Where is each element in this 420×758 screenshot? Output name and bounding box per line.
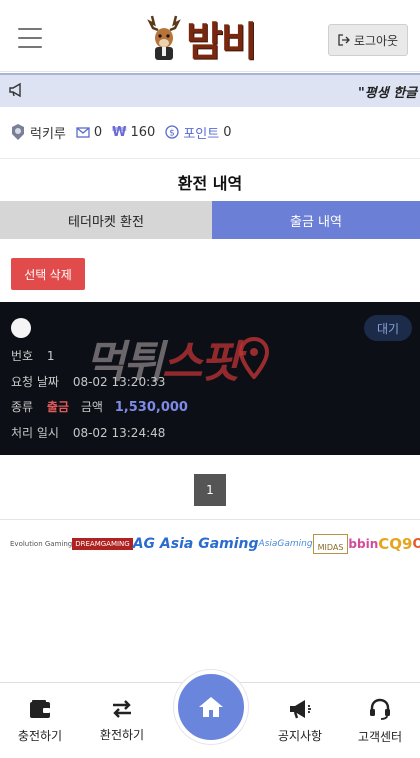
points: $ 포인트 0	[165, 123, 232, 142]
record-card: 먹튀 스팟 대기 번호 1 요청 날짜 08-02 13:20:33 종류 출금…	[0, 302, 420, 455]
logo-text: 밤비	[186, 19, 258, 65]
user-name-label: 럭키루	[30, 126, 66, 142]
points-value: 0	[223, 124, 232, 140]
page-title: 환전 내역	[177, 174, 243, 193]
select-radio[interactable]	[11, 318, 31, 338]
delete-selected-button[interactable]: 선택 삭제	[11, 258, 85, 290]
nav-exchange[interactable]: 환전하기	[82, 683, 162, 758]
partner-dreamgaming-logo: DREAMGAMING	[72, 538, 133, 550]
partner-midas-logo: MIDAS	[312, 534, 349, 554]
tabs: 테더마켓 환전 출금 내역	[0, 201, 420, 239]
logout-label: 로그아웃	[353, 33, 399, 48]
message-count[interactable]: 0	[76, 125, 102, 140]
location-pin-icon	[238, 337, 269, 379]
watermark-text-b: 스팟	[161, 337, 241, 388]
partner-evolution-logo: Evolution Gaming	[10, 539, 73, 548]
coin-icon: $	[165, 125, 179, 139]
nav-notice-label: 공지사항	[277, 728, 323, 743]
exchange-arrows-icon	[113, 699, 131, 718]
megaphone-icon	[9, 82, 21, 98]
menu-icon[interactable]	[18, 28, 42, 48]
row-processed-date: 처리 일시 08-02 13:24:48	[11, 424, 165, 441]
points-label: 포인트	[183, 126, 220, 142]
page-button-current[interactable]: 1	[194, 474, 226, 506]
number-value: 1	[46, 349, 55, 363]
message-count-value: 0	[93, 124, 103, 140]
divider	[0, 158, 420, 159]
notice-text: "평생 한글 도메인	[358, 86, 420, 101]
nav-exchange-label: 환전하기	[99, 727, 145, 742]
megaphone-icon	[290, 699, 311, 718]
tab-tether-exchange[interactable]: 테더마켓 환전	[0, 201, 212, 239]
type-value: 출금	[46, 400, 70, 414]
svg-text:$: $	[169, 129, 175, 139]
partner-bbin-logo: bbin	[348, 537, 379, 551]
won-icon: ₩	[112, 124, 127, 140]
request-date-value: 08-02 13:20:33	[72, 375, 166, 389]
nav-support[interactable]: 고객센터	[340, 683, 420, 758]
amount-value: 1,530,000	[114, 400, 188, 415]
home-icon	[199, 697, 223, 717]
partners-divider	[0, 519, 420, 520]
status-badge: 대기	[364, 315, 412, 341]
amount-label: 금액	[80, 400, 103, 414]
headset-icon	[370, 698, 390, 720]
partner-ag-logo: AG Asia Gaming	[132, 536, 259, 552]
user-info-bar: 럭키루 0 ₩ 160 $ 포인트 0	[10, 120, 242, 144]
logout-button[interactable]: 로그아웃	[328, 24, 408, 56]
home-button[interactable]	[174, 670, 248, 744]
logout-icon	[338, 34, 350, 46]
nav-charge-label: 충전하기	[17, 728, 63, 743]
deer-icon	[147, 15, 181, 60]
partner-logos: Evolution Gaming DREAMGAMING AG Asia Gam…	[10, 527, 420, 561]
nav-notice[interactable]: 공지사항	[260, 683, 340, 758]
mail-icon	[76, 126, 90, 138]
logo[interactable]: 밤비	[144, 12, 258, 65]
partner-cq9-logo: CQ9	[378, 535, 413, 553]
user-avatar-icon	[12, 124, 24, 140]
nav-charge[interactable]: 충전하기	[0, 683, 80, 758]
tab-withdrawal-history[interactable]: 출금 내역	[212, 201, 420, 239]
processed-value: 08-02 13:24:48	[72, 426, 166, 440]
partner-asiagaming-logo: AsiaGaming	[258, 539, 313, 549]
header: 밤비 로그아웃	[0, 0, 420, 72]
row-request-date: 요청 날짜 08-02 13:20:33	[11, 373, 165, 390]
row-number: 번호 1	[11, 347, 55, 364]
type-label: 종류	[11, 400, 34, 414]
wallet-icon	[30, 699, 50, 718]
request-date-label: 요청 날짜	[11, 375, 59, 389]
processed-label: 처리 일시	[11, 426, 59, 440]
number-label: 번호	[11, 349, 34, 363]
row-type-amount: 종류 출금 금액 1,530,000	[11, 398, 188, 415]
balance: ₩ 160	[112, 125, 155, 140]
partner-og-logo: OG	[412, 536, 420, 552]
user-name: 럭키루	[10, 123, 66, 142]
notice-bar: "평생 한글 도메인	[0, 73, 420, 107]
page: 밤비 로그아웃 "평생 한글 도메인 럭키루	[0, 0, 420, 758]
balance-value: 160	[130, 124, 156, 140]
nav-support-label: 고객센터	[357, 729, 403, 744]
